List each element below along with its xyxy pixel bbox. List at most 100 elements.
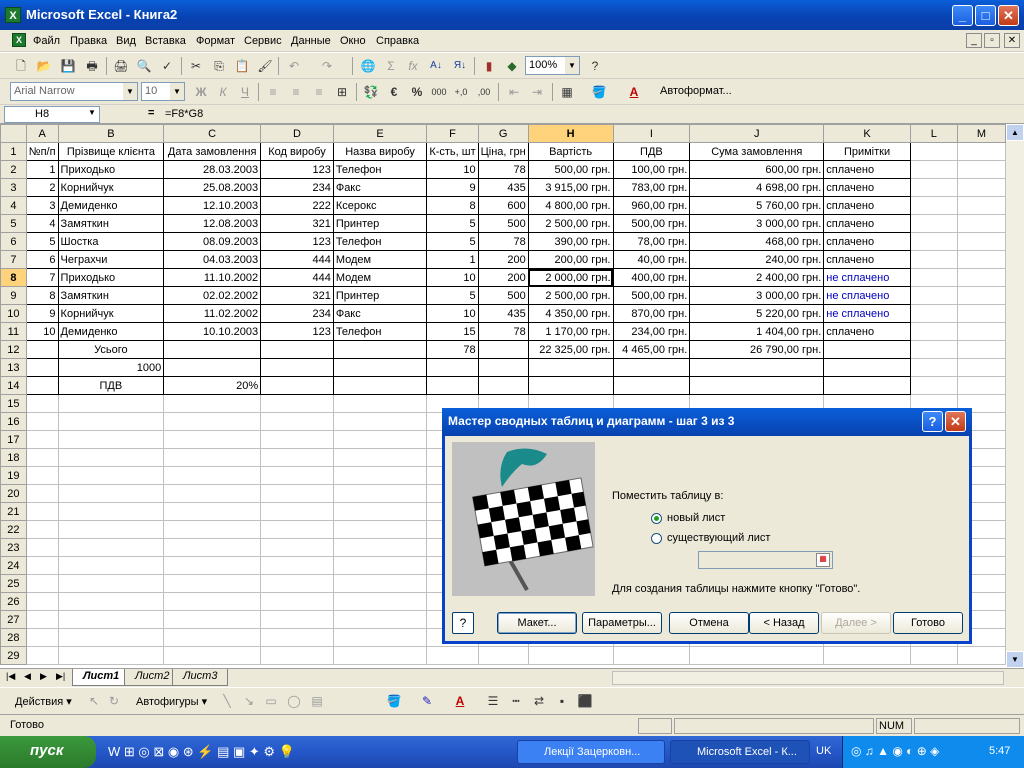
cell[interactable]: Приходько <box>57 160 165 179</box>
increase-decimal-icon[interactable]: +,0 <box>452 83 470 101</box>
actions-menu[interactable]: Действия ▾ <box>15 695 72 708</box>
row-header[interactable]: 11 <box>0 322 27 341</box>
cell[interactable] <box>260 412 334 431</box>
cell[interactable] <box>332 394 428 413</box>
row-header[interactable]: 8 <box>0 268 27 287</box>
cell[interactable] <box>956 646 1006 665</box>
cell[interactable]: сплачено <box>823 250 911 269</box>
cell[interactable]: Факс <box>332 178 428 197</box>
cell[interactable]: Приходько <box>57 268 165 287</box>
cell[interactable]: 8 <box>25 286 59 305</box>
cell[interactable]: 5 <box>426 214 479 233</box>
cell[interactable]: Корнийчук <box>57 178 165 197</box>
cell[interactable]: К-сть, шт <box>426 142 479 161</box>
cell[interactable]: 234 <box>260 304 334 323</box>
scroll-up-button[interactable]: ▲ <box>1006 124 1024 141</box>
cell[interactable]: 11.10.2002 <box>163 268 262 287</box>
cancel-button[interactable]: Отмена <box>669 612 749 634</box>
font-color-draw-icon[interactable]: A <box>451 692 469 710</box>
cell[interactable] <box>260 340 334 359</box>
cell[interactable] <box>163 646 262 665</box>
redo-icon[interactable]: ↷ <box>318 57 336 75</box>
cell[interactable]: 78 <box>477 160 529 179</box>
cell[interactable]: 4 800,00 грн. <box>527 196 614 215</box>
menu-data[interactable]: Данные <box>291 35 331 47</box>
menu-view[interactable]: Вид <box>116 35 136 47</box>
cell[interactable]: 444 <box>260 250 334 269</box>
cell[interactable]: 2 400,00 грн. <box>689 268 825 287</box>
cell[interactable]: сплачено <box>823 322 911 341</box>
cell[interactable]: Прізвище клієнта <box>57 142 165 161</box>
cell[interactable]: 5 760,00 грн. <box>689 196 825 215</box>
menu-tools[interactable]: Сервис <box>244 35 282 47</box>
cell[interactable] <box>956 142 1006 161</box>
row-header[interactable]: 4 <box>0 196 27 215</box>
cell[interactable]: 2 500,00 грн. <box>527 286 614 305</box>
cell[interactable] <box>260 574 334 593</box>
percent-icon[interactable]: % <box>408 83 426 101</box>
row-header[interactable]: 10 <box>0 304 27 323</box>
cell[interactable] <box>57 574 165 593</box>
cell[interactable]: 234 <box>260 178 334 197</box>
cell[interactable]: 02.02.2002 <box>163 286 262 305</box>
cell[interactable]: 1 <box>426 250 479 269</box>
horizontal-scrollbar[interactable] <box>612 671 1004 685</box>
row-header[interactable]: 28 <box>0 628 27 647</box>
autoformat-button[interactable]: Автоформат... <box>660 85 732 97</box>
row-header[interactable]: 3 <box>0 178 27 197</box>
cell[interactable] <box>332 358 428 377</box>
cell[interactable]: 600 <box>477 196 529 215</box>
row-header[interactable]: 15 <box>0 394 27 413</box>
textbox-icon[interactable]: ▤ <box>308 692 326 710</box>
cell[interactable] <box>260 592 334 611</box>
cell[interactable] <box>57 610 165 629</box>
cell[interactable] <box>909 232 958 251</box>
cell[interactable]: 15 <box>426 322 479 341</box>
row-header[interactable]: 20 <box>0 484 27 503</box>
cell[interactable] <box>689 376 825 395</box>
cell[interactable]: сплачено <box>823 232 911 251</box>
cell[interactable] <box>956 232 1006 251</box>
tab-sheet1[interactable]: Лист1 <box>72 669 131 686</box>
cell[interactable]: 5 <box>426 286 479 305</box>
cell[interactable] <box>956 160 1006 179</box>
cell[interactable]: 40,00 грн. <box>612 250 691 269</box>
cell[interactable] <box>956 268 1006 287</box>
back-button[interactable]: < Назад <box>749 612 819 634</box>
paste-icon[interactable]: 📋 <box>233 57 251 75</box>
cell[interactable]: 78 <box>426 340 479 359</box>
layout-button[interactable]: Макет... <box>497 612 577 634</box>
cell[interactable] <box>57 556 165 575</box>
cell[interactable]: 1 <box>25 160 59 179</box>
column-header[interactable]: M <box>956 124 1006 143</box>
cell[interactable]: 321 <box>260 214 334 233</box>
cell[interactable] <box>57 448 165 467</box>
cell[interactable] <box>163 340 262 359</box>
cell[interactable] <box>956 322 1006 341</box>
cell[interactable] <box>332 430 428 449</box>
scroll-down-button[interactable]: ▼ <box>1006 651 1024 668</box>
save-icon[interactable]: 💾 <box>59 57 77 75</box>
cell[interactable] <box>25 376 59 395</box>
cell[interactable] <box>823 646 911 665</box>
cell[interactable] <box>25 448 59 467</box>
radio-existing-sheet-label[interactable]: существующий лист <box>667 532 770 544</box>
cell[interactable] <box>57 520 165 539</box>
cell[interactable] <box>57 394 165 413</box>
cell[interactable]: ПДВ <box>57 376 165 395</box>
tab-next-icon[interactable]: ▶ <box>40 671 47 682</box>
cell[interactable] <box>57 502 165 521</box>
column-header[interactable]: D <box>260 124 334 143</box>
cell[interactable] <box>260 448 334 467</box>
cell[interactable]: 600,00 грн. <box>689 160 825 179</box>
radio-new-sheet[interactable] <box>651 513 662 524</box>
italic-icon[interactable]: К <box>214 83 232 101</box>
cell[interactable] <box>25 574 59 593</box>
cell[interactable]: 20% <box>163 376 262 395</box>
cell[interactable]: 100,00 грн. <box>612 160 691 179</box>
cell[interactable]: 12.10.2003 <box>163 196 262 215</box>
cell[interactable] <box>332 412 428 431</box>
cell[interactable] <box>956 196 1006 215</box>
cell[interactable]: 500,00 грн. <box>612 214 691 233</box>
cell[interactable]: 3 <box>25 196 59 215</box>
